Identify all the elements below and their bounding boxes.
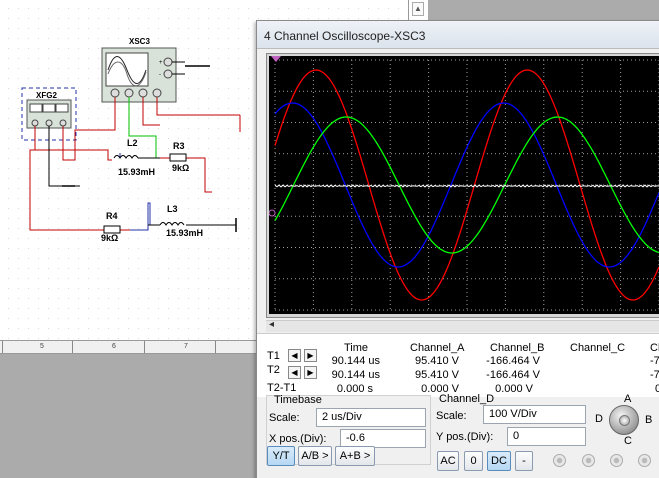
scope-display[interactable]	[269, 56, 659, 314]
t2-left-arrow-icon[interactable]: ◀	[288, 366, 301, 379]
channel-d-group: Channel_D Scale: 100 V/Div Y pos.(Div): …	[434, 393, 596, 446]
l3-ref-text: L3	[167, 204, 178, 214]
t1-left-arrow-icon[interactable]: ◀	[288, 349, 301, 362]
x-position-label: X pos.(Div):	[269, 433, 327, 445]
black-wires	[48, 126, 237, 232]
trigger-radio[interactable]	[582, 454, 595, 467]
invert-button[interactable]: -	[515, 451, 533, 471]
scope-input-b	[124, 88, 134, 98]
workspace: + - L2 15.93mH R3 9kΩ R4 9kΩ L3 15.93mH …	[0, 0, 659, 478]
channel-b-header: Channel_B	[490, 342, 545, 354]
inductor-l2-symbol	[113, 155, 139, 159]
ruler-label: 5	[40, 343, 44, 350]
scope-terminal-plus: +	[159, 60, 163, 66]
knob-dial-icon[interactable]	[609, 405, 639, 435]
a-plus-b-mode-button[interactable]: A+B >	[335, 446, 375, 466]
scope-input-a	[110, 88, 120, 98]
trigger-radio[interactable]	[638, 454, 651, 467]
t1-channel-d: -7	[650, 355, 659, 367]
scroll-up-button[interactable]: ▲	[412, 2, 424, 16]
channel-d-header: Ch	[650, 342, 659, 354]
y-position-field[interactable]: 0	[507, 427, 586, 446]
y-position-label: Y pos.(Div):	[436, 431, 494, 443]
ab-mode-button[interactable]: A/B >	[298, 446, 332, 466]
resistor-r3-symbol	[169, 153, 187, 162]
ruler-label: 6	[112, 343, 116, 350]
l2-ref-text: L2	[127, 138, 138, 148]
r4-value-text: 9kΩ	[101, 233, 118, 243]
delta-channel-d: 0	[655, 383, 659, 395]
delta-time: 0.000 s	[336, 383, 373, 395]
r4-ref-text: R4	[106, 211, 118, 221]
dc-coupling-button[interactable]: DC	[487, 451, 511, 471]
channel-a-header: Channel_A	[410, 342, 465, 354]
fgen-terminal-minus	[59, 119, 67, 127]
channel-scale-label: Scale:	[436, 410, 467, 422]
t1-right-arrow-icon[interactable]: ▶	[304, 349, 317, 362]
timebase-scale-label: Scale:	[269, 412, 300, 424]
selector-label-d: D	[595, 413, 603, 425]
inductor-l3-symbol	[159, 222, 185, 226]
t2-t1-label: T2-T1	[267, 382, 297, 394]
channel-scale-field[interactable]: 100 V/Div	[483, 405, 586, 424]
scope-label-text: XSC3	[129, 37, 150, 46]
selector-label-a: A	[624, 393, 632, 405]
display-scrollbar[interactable]: ◂	[266, 319, 659, 332]
blue-wires	[119, 153, 151, 231]
scope-terminal-trig	[163, 57, 173, 67]
timebase-scale-field[interactable]: 2 us/Div	[316, 408, 426, 427]
measurement-panel: T1 T2 T2-T1 ◀ ▶ ◀ ▶ Time Channel_A Chann…	[257, 333, 659, 397]
fgen-label-text: XFG2	[36, 91, 57, 100]
fgen-terminal-plus	[31, 119, 39, 127]
t1-channel-a: 95.410 V	[414, 355, 459, 367]
ac-coupling-button[interactable]: AC	[437, 451, 459, 471]
zero-coupling-button[interactable]: 0	[464, 451, 483, 471]
channel-selector-knob[interactable]: A B C D	[595, 393, 659, 451]
t1-time: 90.144 us	[331, 355, 380, 367]
r3-value-text: 9kΩ	[172, 163, 189, 173]
l2-value-text: 15.93mH	[118, 167, 155, 177]
time-header: Time	[344, 342, 369, 354]
selector-label-b: B	[645, 414, 653, 426]
fgen-terminal-com	[45, 119, 53, 127]
window-title: 4 Channel Oscilloscope-XSC3	[257, 21, 659, 49]
t2-label: T2	[267, 364, 280, 376]
scroll-left-icon[interactable]: ◂	[269, 319, 274, 330]
t1-label: T1	[267, 350, 280, 362]
scope-input-d	[152, 88, 162, 98]
scope-input-c	[138, 88, 148, 98]
channel-d-title: Channel_D	[439, 393, 495, 405]
t2-channel-b: -166.464 V	[486, 369, 540, 381]
t2-channel-d: -7	[650, 369, 659, 381]
t2-time: 90.144 us	[331, 369, 380, 381]
scope-terminal-minus: -	[159, 72, 161, 78]
t2-right-arrow-icon[interactable]: ▶	[304, 366, 317, 379]
r3-ref-text: R3	[173, 141, 185, 151]
scope-terminal-gnd	[163, 69, 173, 79]
trigger-radio[interactable]	[553, 454, 566, 467]
channel-c-header: Channel_C	[570, 342, 626, 354]
yt-mode-button[interactable]: Y/T	[267, 446, 295, 466]
oscilloscope-window[interactable]: 4 Channel Oscilloscope-XSC3 ◂ T1 T2 T2-T…	[256, 20, 659, 478]
timebase-title: Timebase	[274, 394, 322, 406]
selector-label-c: C	[624, 435, 632, 447]
t1-channel-b: -166.464 V	[486, 355, 540, 367]
resistor-r4-symbol	[103, 225, 121, 234]
scope-display-frame	[266, 53, 659, 318]
t2-channel-a: 95.410 V	[414, 369, 459, 381]
l3-value-text: 15.93mH	[166, 228, 203, 238]
ruler-label: 7	[184, 343, 188, 350]
trigger-radio[interactable]	[610, 454, 623, 467]
